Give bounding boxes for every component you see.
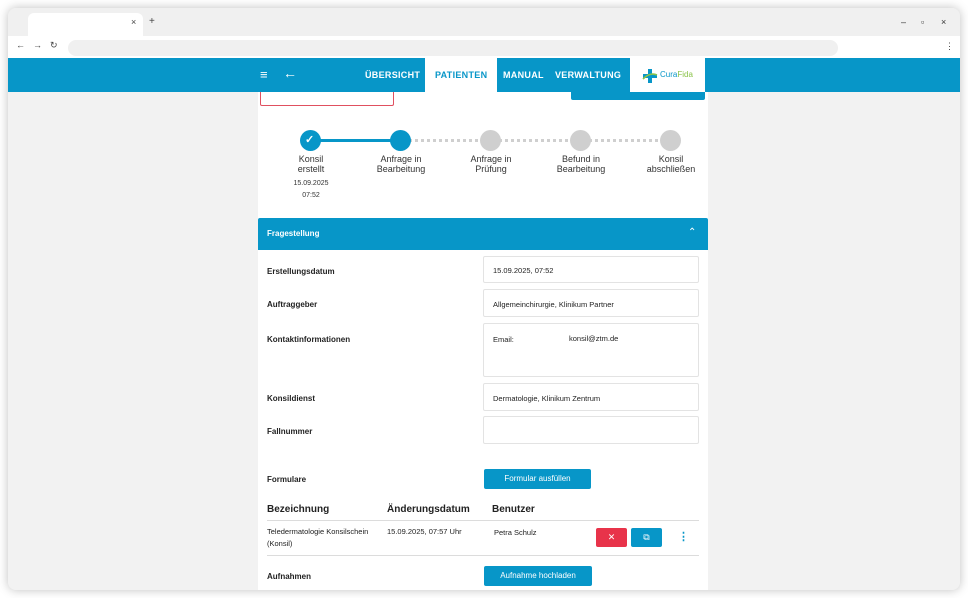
page-viewport: ≡ ← ÜBERSICHT PATIENTEN MANUAL VERWALTUN… (8, 58, 960, 590)
aufnahmen-label: Aufnahmen (267, 572, 311, 581)
hamburger-menu-icon[interactable]: ≡ (260, 68, 268, 81)
tab-bar: × + – ▫ × (8, 8, 960, 36)
fallnummer-label: Fallnummer (267, 427, 313, 436)
step-connector-pending (582, 139, 670, 142)
fallnummer-field[interactable] (483, 416, 699, 444)
curafida-logo[interactable]: CuraFida (630, 58, 705, 92)
step-1-time: 07:52 (302, 192, 320, 199)
table-row-divider (267, 555, 699, 556)
erstellungsdatum-field: 15.09.2025, 07:52 (483, 256, 699, 283)
reload-icon[interactable]: ↻ (50, 40, 58, 51)
auftraggeber-field: Allgemeinchirurgie, Klinikum Partner (483, 289, 699, 317)
fragestellung-panel-header[interactable]: Fragestellung ⌃ (258, 218, 708, 250)
row-aenderungsdatum: 15.09.2025, 07:57 Uhr (387, 527, 462, 536)
scrolled-outline-button[interactable] (260, 92, 394, 106)
forward-icon[interactable]: → (33, 40, 42, 50)
step-1-circle: ✓ (300, 130, 321, 151)
col-bezeichnung: Bezeichnung (267, 504, 330, 515)
close-icon: ✕ (607, 532, 616, 542)
address-bar[interactable] (68, 40, 838, 56)
minimize-icon[interactable]: – (901, 17, 906, 27)
delete-button[interactable]: ✕ (596, 528, 627, 547)
step-4-circle (570, 130, 591, 151)
row-benutzer: Petra Schulz (494, 528, 537, 537)
email-value: konsil@ztm.de (569, 334, 619, 343)
step-2-label: Anfrage in Bearbeitung (376, 154, 426, 174)
nav-patienten[interactable]: PATIENTEN (425, 58, 498, 92)
table-header-divider (267, 520, 699, 521)
formulare-label: Formulare (267, 475, 307, 484)
new-tab-icon[interactable]: + (149, 16, 155, 27)
step-1-date: 15.09.2025 (293, 180, 329, 187)
open-external-button[interactable]: ⧉ (631, 528, 662, 547)
col-aenderungsdatum: Änderungsdatum (387, 504, 470, 515)
maximize-icon[interactable]: ▫ (921, 17, 924, 27)
row-bezeichnung: Teledermatologie Konsilschein (Konsil) (267, 527, 369, 548)
nav-uebersicht[interactable]: ÜBERSICHT (365, 58, 420, 92)
browser-menu-icon[interactable]: ⋮ (945, 41, 954, 52)
step-connector-pending (492, 139, 580, 142)
panel-title: Fragestellung (267, 229, 320, 238)
step-1-label: Konsil erstellt (297, 154, 325, 174)
kontaktinformationen-label: Kontaktinformationen (267, 335, 351, 344)
step-3-label: Anfrage in Prüfung (470, 154, 512, 174)
formular-ausfuellen-button[interactable]: Formular ausfüllen (484, 469, 591, 489)
browser-window: × + – ▫ × ← → ↻ ⋮ ≡ ← ÜBERSICHT PATIENTE… (8, 8, 960, 590)
browser-toolbar: ← → ↻ ⋮ (8, 36, 960, 58)
step-3-circle (480, 130, 501, 151)
konsildienst-label: Konsildienst (267, 394, 316, 403)
close-window-icon[interactable]: × (941, 17, 946, 27)
konsildienst-field: Dermatologie, Klinikum Zentrum (483, 383, 699, 411)
nav-verwaltung[interactable]: VERWALTUNG (555, 58, 621, 92)
logo-text: CuraFida (660, 70, 693, 79)
step-connector-done (310, 139, 400, 142)
aufnahme-hochladen-button[interactable]: Aufnahme hochladen (484, 566, 592, 586)
step-5-label: Konsil abschließen (646, 154, 696, 174)
external-link-icon: ⧉ (643, 532, 650, 542)
kontaktinformationen-field: Email: konsil@ztm.de (483, 323, 699, 377)
col-benutzer: Benutzer (492, 504, 535, 515)
step-4-label: Befund in Bearbeitung (556, 154, 606, 174)
logo-cross-icon (642, 69, 658, 83)
more-options-icon[interactable]: ⋮ (678, 530, 689, 543)
konsildienst-value: Dermatologie, Klinikum Zentrum (493, 394, 601, 403)
tab-close-icon[interactable]: × (131, 17, 136, 27)
auftraggeber-label: Auftraggeber (267, 300, 318, 309)
browser-tab[interactable] (28, 13, 143, 36)
app-header: ≡ ← ÜBERSICHT PATIENTEN MANUAL VERWALTUN… (8, 58, 960, 92)
nav-manual[interactable]: MANUAL (503, 58, 544, 92)
chevron-up-icon[interactable]: ⌃ (688, 227, 696, 238)
checkmark-icon: ✓ (305, 134, 315, 146)
back-arrow-icon[interactable]: ← (283, 66, 297, 80)
step-2-circle (390, 130, 411, 151)
step-connector-pending (402, 139, 490, 142)
erstellungsdatum-label: Erstellungsdatum (267, 267, 335, 276)
erstellungsdatum-value: 15.09.2025, 07:52 (493, 266, 554, 275)
scrolled-primary-button[interactable] (571, 92, 705, 100)
back-icon[interactable]: ← (16, 40, 25, 50)
auftraggeber-value: Allgemeinchirurgie, Klinikum Partner (493, 300, 614, 309)
status-stepper: ✓ Konsil erstellt Anfrage in Bearbeitung A… (258, 130, 708, 230)
step-5-circle (660, 130, 681, 151)
email-label: Email: (493, 335, 514, 344)
